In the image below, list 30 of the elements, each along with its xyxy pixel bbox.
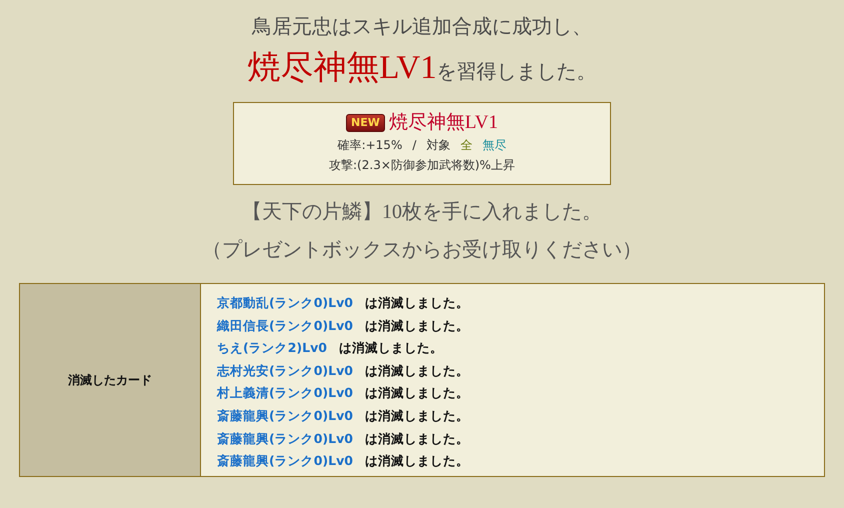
- skill-name-heading: 焼尽神無LV1: [247, 49, 437, 88]
- reward-note: （プレゼントボックスからお受け取りください）: [202, 238, 642, 263]
- reward-message: 【天下の片鱗】10枚を手に入れました。: [242, 200, 602, 225]
- lost-message: は消滅しました。: [364, 316, 469, 335]
- target-label: 対象: [426, 137, 450, 154]
- card-link[interactable]: 斎藤龍興(ランク0)Lv0: [217, 404, 353, 428]
- card-link[interactable]: 村上義清(ランク0)Lv0: [217, 382, 353, 405]
- card-link[interactable]: 織田信長(ランク0)Lv0: [217, 314, 353, 338]
- target-type: 無尽: [482, 137, 506, 154]
- lost-message: は消滅しました。: [364, 406, 469, 425]
- card-link[interactable]: 斎藤龍興(ランク0)Lv0: [217, 428, 353, 450]
- skill-name: 焼尽神無LV1: [388, 112, 498, 134]
- separator-text: /: [412, 137, 416, 154]
- card-link[interactable]: 京都動乱(ランク0)Lv0: [217, 292, 353, 315]
- lost-message: は消滅しました。: [364, 362, 469, 380]
- lost-message: は消滅しました。: [338, 339, 443, 358]
- lost-message: は消滅しました。: [364, 430, 469, 448]
- lost-message: は消滅しました。: [364, 384, 469, 402]
- new-badge: NEW: [346, 114, 385, 132]
- rate-text: 確率:+15%: [338, 137, 402, 154]
- card-link[interactable]: 斎藤龍興(ランク0)Lv0: [217, 450, 353, 473]
- lost-message: は消滅しました。: [364, 294, 469, 312]
- status-message: 鳥居元忠はスキル追加合成に成功し、: [252, 15, 592, 40]
- table-header-label: 消滅したカード: [68, 372, 152, 388]
- card-link[interactable]: ちえ(ランク2)Lv0: [217, 337, 327, 360]
- target-scope: 全: [460, 137, 472, 154]
- effect-text: 攻撃:(2.3×防御参加武将数)%上昇: [329, 157, 515, 174]
- card-link[interactable]: 志村光安(ランク0)Lv0: [217, 360, 353, 382]
- acquired-message: を習得しました。: [436, 60, 597, 85]
- lost-message: は消滅しました。: [364, 452, 469, 470]
